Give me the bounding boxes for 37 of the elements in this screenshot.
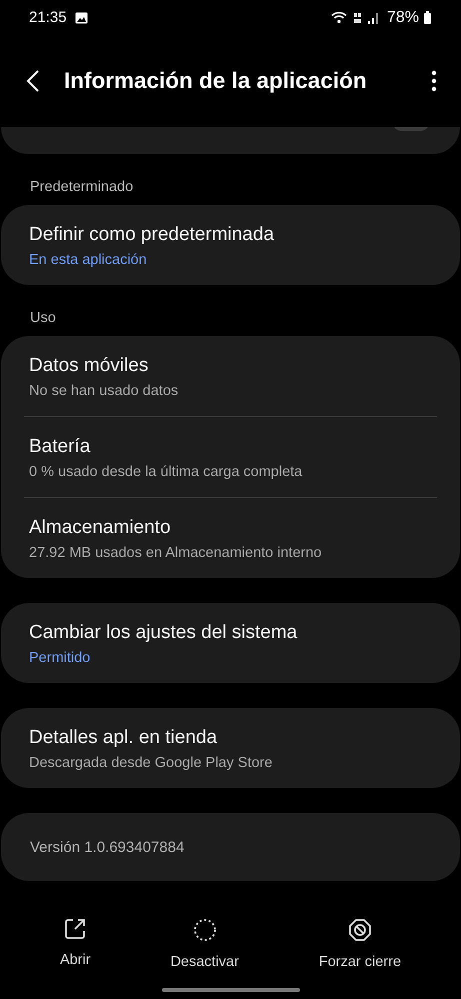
action-button[interactable]: Abrir (50, 912, 101, 976)
gallery-icon (74, 12, 88, 24)
dotted-circle-icon (192, 918, 217, 942)
item-subtitle: 27.92 MB usados en Almacenamiento interno (29, 545, 323, 561)
settings-item[interactable]: Cambiar los ajustes del sistema Permitido (1, 603, 460, 683)
battery-percent: 78% (386, 8, 419, 26)
item-title: Definir como predeterminada (29, 224, 276, 246)
settings-item[interactable]: Batería 0 % usado desde la última carga completa (1, 417, 460, 497)
settings-item[interactable]: Datos móviles No se han usado datos (1, 336, 460, 416)
action-button[interactable]: Forzar cierre (308, 912, 412, 976)
open-external-icon (64, 918, 86, 940)
status-time: 21:35 (29, 9, 67, 26)
battery-icon (424, 11, 431, 24)
item-title: Detalles apl. en tienda (29, 727, 218, 749)
page-title: Información de la aplicación (64, 68, 368, 94)
item-title: Cambiar los ajustes del sistema (29, 622, 298, 644)
item-subtitle: Permitido (29, 650, 92, 666)
more-icon (431, 70, 437, 92)
volte-icon (352, 12, 363, 24)
section-heading: Uso (29, 310, 57, 328)
settings-item[interactable]: Almacenamiento 27.92 MB usados en Almacenamiento interno (1, 498, 460, 578)
item-subtitle: En esta aplicación (29, 252, 148, 268)
item-title: Batería (29, 436, 92, 458)
signal-icon (368, 12, 380, 24)
back-icon (26, 69, 40, 93)
settings-item[interactable]: Detalles apl. en tienda Descargada desde Google Play Store (1, 708, 460, 788)
item-subtitle: 0 % usado desde la última carga completa (29, 464, 304, 480)
item-subtitle: Descargada desde Google Play Store (29, 755, 274, 771)
settings-item[interactable]: Definir como predeterminada En esta aplicación (1, 205, 460, 285)
section-heading: Predeterminado (29, 179, 134, 197)
item-title: Datos móviles (29, 355, 150, 377)
wifi-icon (330, 11, 348, 24)
version-text: Versión 1.0.693407884 (30, 838, 184, 856)
action-button[interactable]: Desactivar (160, 912, 249, 976)
item-subtitle: No se han usado datos (29, 383, 180, 399)
stop-icon (348, 918, 372, 942)
item-title: Almacenamiento (29, 517, 172, 539)
